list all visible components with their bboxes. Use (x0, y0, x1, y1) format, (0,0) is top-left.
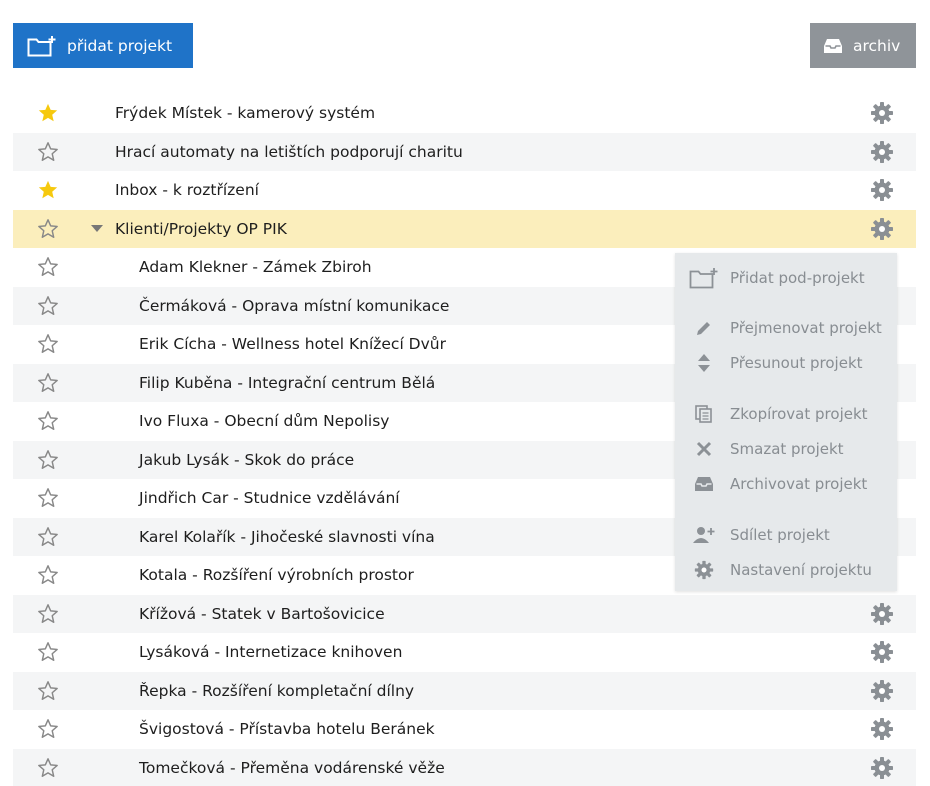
star-outline-icon[interactable] (36, 371, 60, 395)
star-outline-icon[interactable] (36, 217, 60, 241)
project-row[interactable]: Inbox - k roztřízení (13, 171, 916, 210)
menu-item-label: Přidat pod-projekt (730, 269, 865, 287)
project-name[interactable]: Jindřich Car - Studnice vzdělávání (139, 489, 400, 507)
archive-button[interactable]: archiv (810, 23, 916, 68)
star-outline-icon[interactable] (36, 756, 60, 780)
settings-gear-icon[interactable] (869, 716, 895, 742)
star-outline-icon[interactable] (36, 140, 60, 164)
archive-icon (823, 38, 843, 54)
project-name[interactable]: Jakub Lysák - Skok do práce (139, 451, 354, 469)
menu-item-share-user[interactable]: Sdílet projekt (675, 520, 897, 550)
move-updown-icon (689, 351, 719, 375)
project-name[interactable]: Lysáková - Internetizace knihoven (139, 643, 402, 661)
star-outline-icon[interactable] (36, 679, 60, 703)
menu-item-label: Nastavení projektu (730, 561, 872, 579)
gear-icon (689, 558, 719, 582)
project-name[interactable]: Řepka - Rozšíření kompletační dílny (139, 682, 414, 700)
menu-item-gear[interactable]: Nastavení projektu (675, 555, 897, 585)
folder-plus-icon (27, 35, 57, 57)
delete-x-icon (689, 437, 719, 461)
settings-gear-icon[interactable] (869, 755, 895, 781)
settings-gear-icon[interactable] (869, 177, 895, 203)
menu-item-label: Přesunout projekt (730, 354, 863, 372)
menu-item-label: Sdílet projekt (730, 526, 830, 544)
star-outline-icon[interactable] (36, 486, 60, 510)
caret-down-icon[interactable] (89, 221, 105, 237)
menu-item-delete-x[interactable]: Smazat projekt (675, 434, 897, 464)
settings-gear-icon[interactable] (869, 100, 895, 126)
project-name[interactable]: Křížová - Statek v Bartošovicice (139, 605, 385, 623)
star-outline-icon[interactable] (36, 525, 60, 549)
project-name[interactable]: Inbox - k roztřízení (115, 181, 259, 199)
project-name[interactable]: Filip Kuběna - Integrační centrum Bělá (139, 374, 435, 392)
project-name[interactable]: Tomečková - Přeměna vodárenské věže (139, 759, 445, 777)
archive-label: archiv (853, 36, 901, 55)
project-row[interactable]: Švigostová - Přístavba hotelu Beránek (13, 710, 916, 749)
star-outline-icon[interactable] (36, 409, 60, 433)
star-outline-icon[interactable] (36, 294, 60, 318)
add-project-label: přidat projekt (67, 36, 173, 55)
archive-icon (689, 472, 719, 496)
settings-gear-icon[interactable] (869, 678, 895, 704)
settings-gear-icon[interactable] (869, 139, 895, 165)
project-name[interactable]: Švigostová - Přístavba hotelu Beránek (139, 720, 435, 738)
menu-item-folder-plus[interactable]: Přidat pod-projekt (675, 263, 897, 293)
project-context-menu: Přidat pod-projekt Přejmenovat projekt Pře… (675, 253, 897, 591)
project-row[interactable]: Křížová - Statek v Bartošovicice (13, 594, 916, 633)
settings-gear-icon[interactable] (869, 639, 895, 665)
project-name[interactable]: Ivo Fluxa - Obecní dům Nepolisy (139, 412, 389, 430)
menu-item-label: Archivovat projekt (730, 475, 868, 493)
star-outline-icon[interactable] (36, 717, 60, 741)
project-row[interactable]: Lysáková - Internetizace knihoven (13, 633, 916, 672)
menu-item-archive[interactable]: Archivovat projekt (675, 469, 897, 499)
folder-plus-icon (689, 266, 719, 290)
project-name[interactable]: Frýdek Místek - kamerový systém (115, 104, 375, 122)
project-row[interactable]: Klienti/Projekty OP PIK (13, 209, 916, 248)
star-outline-icon[interactable] (36, 448, 60, 472)
settings-gear-icon[interactable] (869, 601, 895, 627)
share-user-icon (689, 523, 719, 547)
project-row[interactable]: Řepka - Rozšíření kompletační dílny (13, 671, 916, 710)
star-outline-icon[interactable] (36, 640, 60, 664)
star-filled-icon[interactable] (36, 178, 60, 202)
project-row[interactable]: Tomečková - Přeměna vodárenské věže (13, 748, 916, 786)
star-outline-icon[interactable] (36, 332, 60, 356)
add-project-button[interactable]: přidat projekt (13, 23, 193, 68)
star-outline-icon[interactable] (36, 602, 60, 626)
project-name[interactable]: Karel Kolařík - Jihočeské slavnosti vína (139, 528, 435, 546)
star-outline-icon[interactable] (36, 255, 60, 279)
menu-item-pencil[interactable]: Přejmenovat projekt (675, 313, 897, 343)
menu-item-label: Smazat projekt (730, 440, 844, 458)
star-filled-icon[interactable] (36, 101, 60, 125)
project-name[interactable]: Klienti/Projekty OP PIK (115, 220, 287, 238)
menu-item-label: Zkopírovat projekt (730, 405, 868, 423)
menu-item-move-updown[interactable]: Přesunout projekt (675, 348, 897, 378)
project-row[interactable]: Hrací automaty na letištích podporují ch… (13, 132, 916, 171)
pencil-icon (689, 316, 719, 340)
settings-gear-icon[interactable] (869, 216, 895, 242)
star-outline-icon[interactable] (36, 563, 60, 587)
project-name[interactable]: Adam Klekner - Zámek Zbiroh (139, 258, 372, 276)
project-row[interactable]: Frýdek Místek - kamerový systém (13, 94, 916, 133)
project-name[interactable]: Čermáková - Oprava místní komunikace (139, 297, 449, 315)
project-name[interactable]: Hrací automaty na letištích podporují ch… (115, 143, 463, 161)
project-name[interactable]: Erik Cícha - Wellness hotel Knížecí Dvůr (139, 335, 446, 353)
menu-item-copy[interactable]: Zkopírovat projekt (675, 399, 897, 429)
menu-item-label: Přejmenovat projekt (730, 319, 882, 337)
project-name[interactable]: Kotala - Rozšíření výrobních prostor (139, 566, 414, 584)
copy-icon (689, 402, 719, 426)
